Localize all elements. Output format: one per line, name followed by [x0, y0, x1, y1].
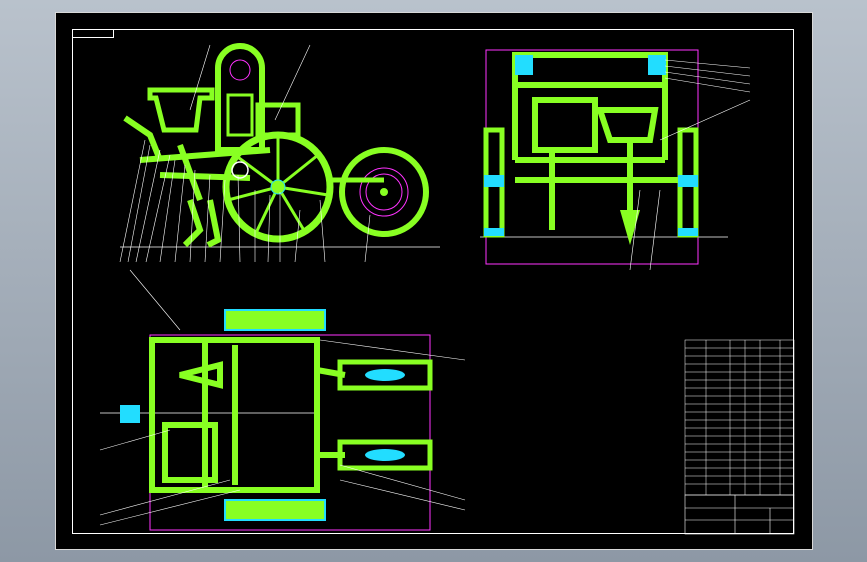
seed-elevator	[215, 43, 265, 153]
seed-hopper	[147, 87, 301, 138]
side-view	[119, 43, 440, 263]
press-wheel	[330, 147, 429, 237]
cad-drawing	[99, 43, 795, 535]
title-block	[684, 494, 795, 535]
parts-list	[684, 339, 795, 496]
top-view	[99, 269, 466, 531]
rear-view	[480, 49, 751, 271]
